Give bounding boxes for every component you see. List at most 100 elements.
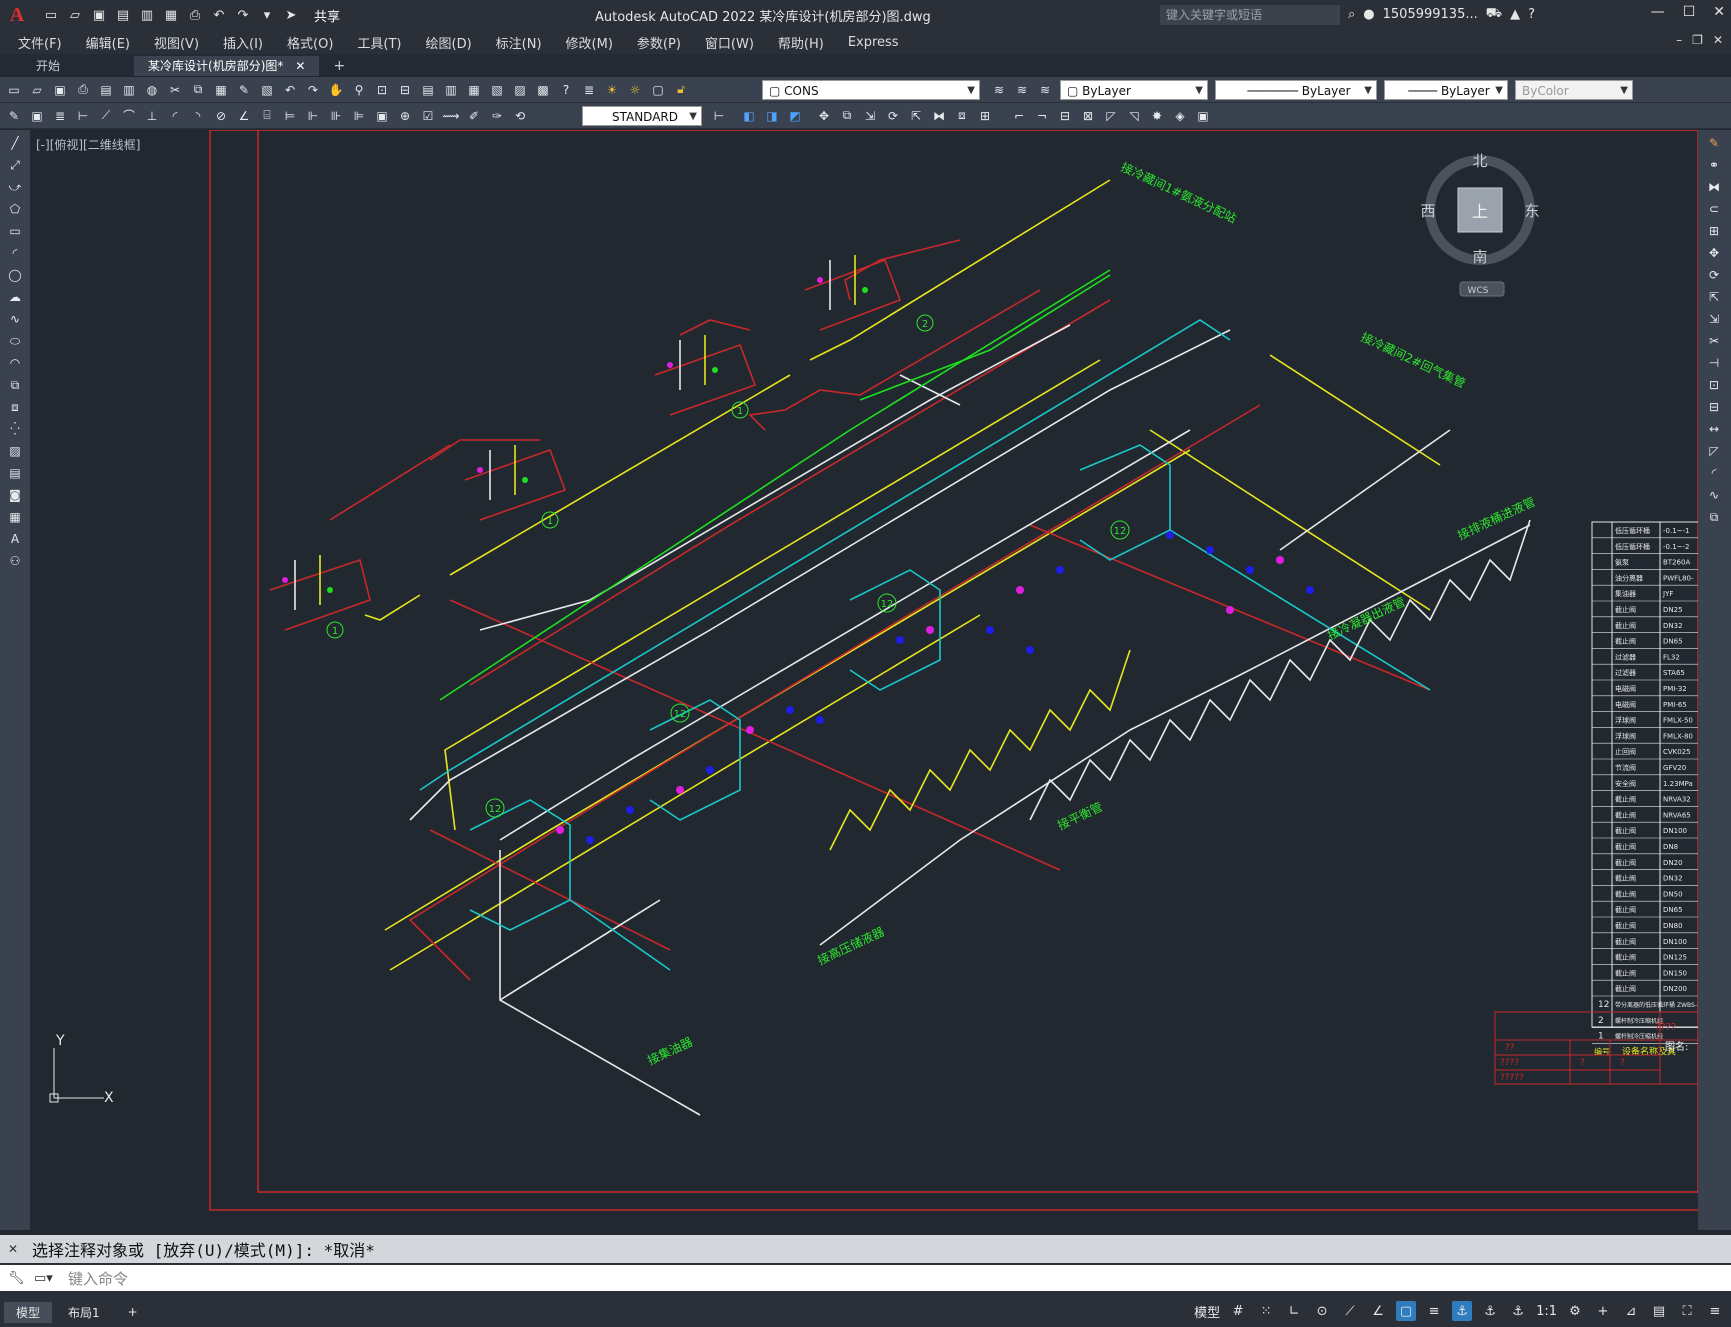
menu-file[interactable]: 文件(F) bbox=[6, 33, 74, 52]
autocad-logo-icon[interactable]: A bbox=[6, 4, 28, 26]
units-icon[interactable]: ⊿ bbox=[1621, 1301, 1641, 1321]
break-icon[interactable]: ⊟ bbox=[1705, 398, 1723, 416]
circle-icon[interactable]: ◯ bbox=[6, 266, 24, 284]
layer-dropdown[interactable]: ▢ CONS ▼ bbox=[762, 80, 980, 100]
publish-icon[interactable]: ▥ bbox=[120, 81, 138, 99]
layer-freeze-icon[interactable]: ☼ bbox=[626, 81, 644, 99]
cut-icon[interactable]: ✂ bbox=[166, 81, 184, 99]
cart-icon[interactable]: ⛟ bbox=[1486, 6, 1502, 23]
mtext-icon[interactable]: A bbox=[6, 530, 24, 548]
dim-style-dropdown[interactable]: STANDARD ▼ bbox=[582, 106, 702, 126]
new-file-icon[interactable]: ▭ bbox=[42, 6, 60, 24]
polyline-icon[interactable]: ⤻ bbox=[6, 178, 24, 196]
lineweight-icon[interactable]: ≡ bbox=[1424, 1301, 1444, 1321]
spline-icon[interactable]: ∿ bbox=[6, 310, 24, 328]
dim-break-icon[interactable]: ⊫ bbox=[350, 107, 368, 125]
linetype-dropdown[interactable]: ─────── ByLayer ▼ bbox=[1215, 80, 1377, 100]
trim-icon[interactable]: ⌐ bbox=[1010, 107, 1028, 125]
rotate-icon[interactable]: ⟳ bbox=[884, 107, 902, 125]
save-icon[interactable]: ▣ bbox=[90, 6, 108, 24]
views-icon[interactable]: ▣ bbox=[1194, 107, 1212, 125]
layer-state-icon[interactable]: ≋ bbox=[1036, 81, 1054, 99]
chamfer-icon[interactable]: ◸ bbox=[1705, 442, 1723, 460]
jogged-linear-icon[interactable]: ⟿ bbox=[442, 107, 460, 125]
copy-icon[interactable]: ⧉ bbox=[838, 107, 856, 125]
menu-insert[interactable]: 插入(I) bbox=[211, 33, 275, 52]
menu-parametric[interactable]: 参数(P) bbox=[625, 33, 693, 52]
copy-icon[interactable]: ⧉ bbox=[189, 81, 207, 99]
save-icon[interactable]: ▣ bbox=[28, 107, 46, 125]
undo-icon[interactable]: ↶ bbox=[210, 6, 228, 24]
redo-icon[interactable]: ↷ bbox=[304, 81, 322, 99]
search-icon[interactable]: ⌕ bbox=[1348, 7, 1355, 22]
recent-commands-icon[interactable]: ▭▾ bbox=[34, 1271, 53, 1286]
viewcube-north[interactable]: 北 bbox=[1472, 152, 1487, 170]
layer-viewport-icon[interactable]: ▢ bbox=[649, 81, 667, 99]
annotation-scale-icon[interactable]: ⚓ bbox=[1508, 1301, 1528, 1321]
arc-icon[interactable]: ◜ bbox=[6, 244, 24, 262]
dim-update-icon[interactable]: ⟲ bbox=[511, 107, 529, 125]
properties-icon[interactable]: ▤ bbox=[419, 81, 437, 99]
drawing-canvas[interactable]: [-][俯视][二维线框] 1 1 1 2 12 12 12 12 接冷藏间1#… bbox=[30, 130, 1698, 1235]
construction-line-icon[interactable]: ⤢ bbox=[6, 156, 24, 174]
save-as-icon[interactable]: ▤ bbox=[114, 6, 132, 24]
extend-icon[interactable]: ¬ bbox=[1033, 107, 1051, 125]
layer-properties-icon[interactable]: ≣ bbox=[580, 81, 598, 99]
menu-help[interactable]: 帮助(H) bbox=[766, 33, 836, 52]
join-icon[interactable]: ↔ bbox=[1705, 420, 1723, 438]
tool-palettes-icon[interactable]: ▦ bbox=[465, 81, 483, 99]
viewcube-south[interactable]: 南 bbox=[1472, 248, 1487, 266]
erase-icon[interactable]: ✎ bbox=[1705, 134, 1723, 152]
add-selected-icon[interactable]: ⚇ bbox=[6, 552, 24, 570]
explode-icon[interactable]: ⧉ bbox=[1705, 508, 1723, 526]
break-icon[interactable]: ⊟ bbox=[1056, 107, 1074, 125]
auto-scale-icon[interactable]: ⚓ bbox=[1480, 1301, 1500, 1321]
viewcube[interactable]: 上 北 南 西 东 WCS bbox=[1420, 150, 1540, 297]
3d-cone-icon[interactable]: ◩ bbox=[786, 107, 804, 125]
sheet-set-icon[interactable]: ▧ bbox=[488, 81, 506, 99]
user-name[interactable]: 1505999135... bbox=[1383, 7, 1478, 22]
redo-icon[interactable]: ↷ bbox=[234, 6, 252, 24]
offset-icon[interactable]: ⊂ bbox=[1705, 200, 1723, 218]
quick-dim-icon[interactable]: ⌸ bbox=[258, 107, 276, 125]
search-input[interactable]: 键入关键字或短语 bbox=[1160, 5, 1340, 25]
tab-close-icon[interactable]: ✕ bbox=[295, 56, 305, 76]
ellipse-arc-icon[interactable]: ◠ bbox=[6, 354, 24, 372]
radius-dim-icon[interactable]: ◜ bbox=[166, 107, 184, 125]
diameter-dim-icon[interactable]: ⊘ bbox=[212, 107, 230, 125]
aligned-dim-icon[interactable]: ⟋ bbox=[97, 107, 115, 125]
table-icon[interactable]: ▦ bbox=[6, 508, 24, 526]
ellipse-icon[interactable]: ⬭ bbox=[6, 332, 24, 350]
model-space-button[interactable]: 模型 bbox=[1194, 1302, 1220, 1321]
customize-icon[interactable]: 🔧︎ bbox=[8, 1271, 25, 1286]
trim-icon[interactable]: ✂ bbox=[1705, 332, 1723, 350]
annotation-visibility-icon[interactable]: ⚓ bbox=[1452, 1301, 1473, 1321]
design-center-icon[interactable]: ▥ bbox=[442, 81, 460, 99]
revision-cloud-icon[interactable]: ☁ bbox=[6, 288, 24, 306]
command-close-icon[interactable]: ✕ bbox=[8, 1242, 18, 1256]
fillet-icon[interactable]: ◹ bbox=[1125, 107, 1143, 125]
extend-icon[interactable]: ⊣ bbox=[1705, 354, 1723, 372]
grid-icon[interactable]: # bbox=[1228, 1301, 1248, 1321]
viewcube-west[interactable]: 西 bbox=[1420, 202, 1435, 220]
join-icon[interactable]: ⊠ bbox=[1079, 107, 1097, 125]
new-tab-button[interactable]: + bbox=[333, 56, 345, 76]
array-icon[interactable]: ⊞ bbox=[976, 107, 994, 125]
block-editor-icon[interactable]: ▧ bbox=[258, 81, 276, 99]
wcs-menu[interactable]: WCS bbox=[1468, 286, 1489, 296]
doc-close-button[interactable]: ✕ bbox=[1713, 33, 1723, 47]
user-icon[interactable]: ● bbox=[1363, 7, 1374, 22]
stretch-icon[interactable]: ⇲ bbox=[1705, 310, 1723, 328]
undo-icon[interactable]: ↶ bbox=[281, 81, 299, 99]
minimize-button[interactable]: — bbox=[1651, 4, 1665, 20]
workspace-gear-icon[interactable]: ⚙ bbox=[1565, 1301, 1585, 1321]
rectangle-icon[interactable]: ▭ bbox=[6, 222, 24, 240]
tolerance-icon[interactable]: ▣ bbox=[373, 107, 391, 125]
customize-qat-icon[interactable]: ▾ bbox=[258, 6, 276, 24]
stretch-icon[interactable]: ⇲ bbox=[861, 107, 879, 125]
layers-icon[interactable]: ≣ bbox=[51, 107, 69, 125]
paste-icon[interactable]: ▦ bbox=[212, 81, 230, 99]
lineweight-dropdown[interactable]: ──── ByLayer ▼ bbox=[1384, 80, 1508, 100]
rotate-icon[interactable]: ⟳ bbox=[1705, 266, 1723, 284]
dim-edit-icon[interactable]: ✐ bbox=[465, 107, 483, 125]
